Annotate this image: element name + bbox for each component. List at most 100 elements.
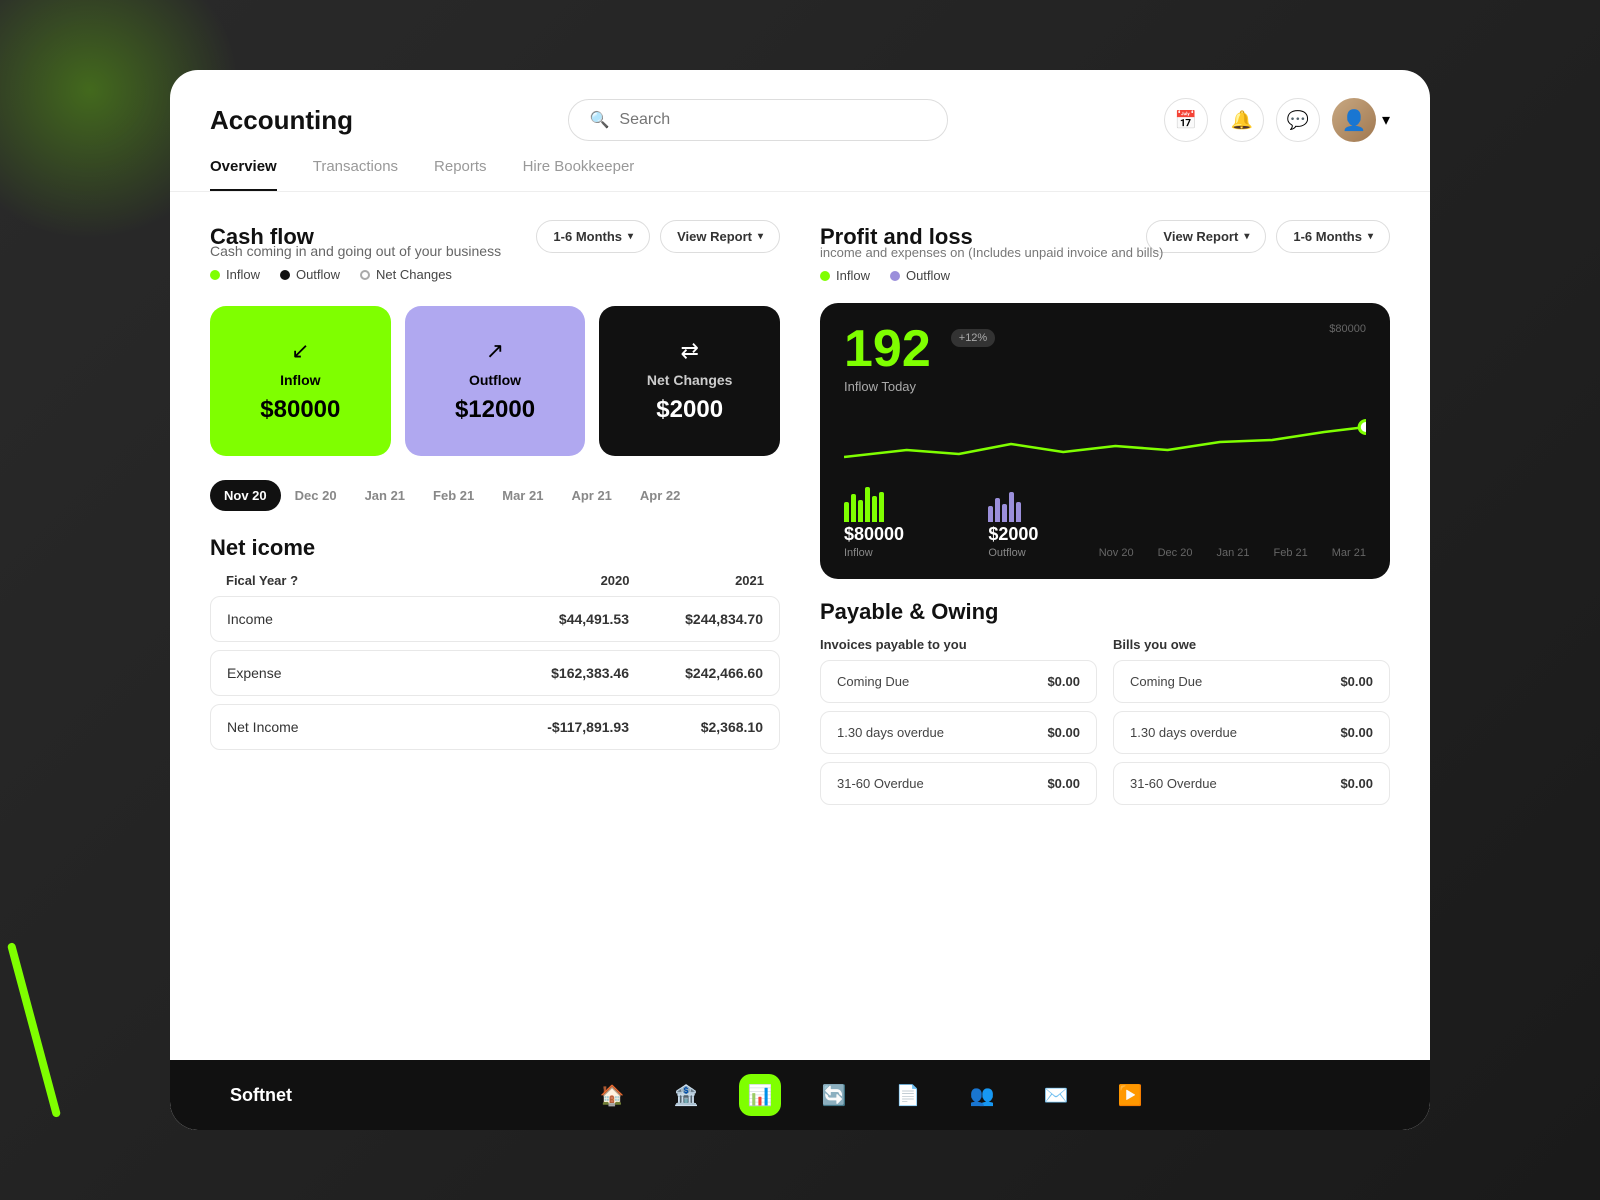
outflow-card: ↗ Outflow $12000	[405, 306, 586, 456]
payable-col1-row3-label: 31-60 Overdue	[837, 776, 924, 791]
payable-col1-header: Invoices payable to you	[820, 637, 1097, 660]
outflow-stat-label: Outflow	[988, 547, 1038, 559]
expense-row-label: Expense	[227, 665, 495, 681]
payable-col1-row2-label: 1.30 days overdue	[837, 725, 944, 740]
bar6	[879, 492, 884, 522]
payable-col1-row1-label: Coming Due	[837, 674, 909, 689]
timeline-feb21[interactable]: Feb 21	[419, 480, 488, 511]
profit-period-btn[interactable]: 1-6 Months ▾	[1276, 220, 1390, 253]
expense-2020: $162,383.46	[495, 665, 629, 681]
timeline-mar21[interactable]: Mar 21	[488, 480, 557, 511]
nav-item-overview[interactable]: Overview	[210, 158, 277, 191]
bottom-nav-home[interactable]: 🏠	[591, 1074, 633, 1116]
inflow-label: Inflow	[280, 372, 320, 388]
payable-col1-row3-amount: $0.00	[1047, 776, 1080, 791]
timeline-apr21[interactable]: Apr 21	[557, 480, 625, 511]
chart-svg	[844, 402, 1366, 482]
outflow-mini-bars	[988, 482, 1038, 522]
search-bar[interactable]: 🔍	[568, 99, 948, 141]
payable-col2-row1-label: Coming Due	[1130, 674, 1202, 689]
app-title: Accounting	[210, 105, 353, 136]
net-income-2021: $2,368.10	[629, 719, 763, 735]
profit-legend: Inflow Outflow	[820, 268, 1390, 283]
timeline-jan21[interactable]: Jan 21	[351, 480, 419, 511]
bottom-nav-icons: 🏠 🏦 📊 🔄 📄 👥 ✉️ ▶️	[372, 1074, 1370, 1116]
payable-row-1: Coming Due $0.00 Coming Due $0.00	[820, 660, 1390, 703]
chart-outflow-stat: $2000 Outflow	[988, 482, 1038, 559]
bar1	[844, 502, 849, 522]
month-nov20: Nov 20	[1099, 547, 1134, 559]
nav-item-transactions[interactable]: Transactions	[313, 158, 398, 191]
cashflow-controls: 1-6 Months ▾ View Report ▾	[536, 220, 780, 253]
user-avatar-wrap[interactable]: 👤 ▾	[1332, 98, 1390, 142]
search-input[interactable]	[619, 111, 927, 129]
table-row-expense: Expense $162,383.46 $242,466.60	[210, 650, 780, 696]
bottom-nav-bank[interactable]: 🏦	[665, 1074, 707, 1116]
chart-y-label: $80000	[1015, 323, 1366, 335]
timeline-apr22[interactable]: Apr 22	[626, 480, 694, 511]
net-label: Net Changes	[647, 372, 733, 388]
chart-main-value: 192	[844, 323, 931, 375]
payable-col2-header: Bills you owe	[1113, 637, 1390, 660]
nav-item-hire-bookkeeper[interactable]: Hire Bookkeeper	[523, 158, 635, 191]
payable-col1-row3: 31-60 Overdue $0.00	[820, 762, 1097, 805]
bottom-nav-mail[interactable]: ✉️	[1035, 1074, 1077, 1116]
cashflow-legend: Inflow Outflow Net Changes	[210, 267, 780, 282]
month-feb21: Feb 21	[1273, 547, 1307, 559]
payable-col2-row2: 1.30 days overdue $0.00	[1113, 711, 1390, 754]
cashflow-report-btn[interactable]: View Report ▾	[660, 220, 780, 253]
month-jan21: Jan 21	[1216, 547, 1249, 559]
cashflow-section: Cash flow 1-6 Months ▾ View Report ▾	[210, 220, 780, 282]
chart-inflow-stat: $80000 Inflow	[844, 482, 904, 559]
inflow-arrow-icon: ↙	[291, 338, 309, 364]
calendar-button[interactable]: 📅	[1164, 98, 1208, 142]
net-income-table-header: Fical Year ? 2020 2021	[210, 573, 780, 596]
timeline-dec20[interactable]: Dec 20	[281, 480, 351, 511]
outflow-stat-value: $2000	[988, 524, 1038, 545]
net-income-row-label: Net Income	[227, 719, 495, 735]
payable-section: Payable & Owing Invoices payable to you …	[820, 599, 1390, 813]
right-panel: Profit and loss View Report ▾ 1-6 Months…	[820, 220, 1390, 1032]
bottom-nav-document[interactable]: 📄	[887, 1074, 929, 1116]
inflow-stat-label: Inflow	[844, 547, 904, 559]
legend-net-changes: Net Changes	[360, 267, 452, 282]
inflow-stat-value: $80000	[844, 524, 904, 545]
net-changes-card: ⇄ Net Changes $2000	[599, 306, 780, 456]
inflow-mini-bars	[844, 482, 904, 522]
bottom-nav-users[interactable]: 👥	[961, 1074, 1003, 1116]
timeline-nov20[interactable]: Nov 20	[210, 480, 281, 511]
profit-inflow-dot	[820, 271, 830, 281]
profit-period-chevron-icon: ▾	[1368, 231, 1373, 242]
bottom-nav-chart[interactable]: 📊	[739, 1074, 781, 1116]
payable-col2-row2-label: 1.30 days overdue	[1130, 725, 1237, 740]
bottom-bar: Softnet 🏠 🏦 📊 🔄 📄 👥 ✉️ ▶️	[170, 1060, 1430, 1130]
brand-name: Softnet	[230, 1085, 292, 1106]
chart-label: Inflow Today	[844, 379, 931, 394]
income-row-label: Income	[227, 611, 495, 627]
profit-legend-outflow: Outflow	[890, 268, 950, 283]
main-card: Accounting 🔍 📅 🔔 💬 👤 ▾ Overview Transact…	[170, 70, 1430, 1130]
obar2	[995, 498, 1000, 522]
bar2	[851, 494, 856, 522]
profit-chart: 192 Inflow Today +12% $80000	[820, 303, 1390, 579]
bar5	[872, 496, 877, 522]
net-arrow-icon: ⇄	[680, 338, 698, 364]
payable-col2-row3-label: 31-60 Overdue	[1130, 776, 1217, 791]
bottom-nav-refresh[interactable]: 🔄	[813, 1074, 855, 1116]
outflow-label: Outflow	[469, 372, 521, 388]
payable-col2-row2-amount: $0.00	[1340, 725, 1373, 740]
profit-report-chevron-icon: ▾	[1244, 231, 1249, 242]
profit-report-btn[interactable]: View Report ▾	[1146, 220, 1266, 253]
flow-cards: ↙ Inflow $80000 ↗ Outflow $12000 ⇄ Net C…	[210, 306, 780, 456]
profit-loss-section: Profit and loss View Report ▾ 1-6 Months…	[820, 220, 1390, 283]
bottom-nav-play[interactable]: ▶️	[1109, 1074, 1151, 1116]
chat-button[interactable]: 💬	[1276, 98, 1320, 142]
chart-value-group: 192 Inflow Today	[844, 323, 931, 394]
cashflow-period-btn[interactable]: 1-6 Months ▾	[536, 220, 650, 253]
notification-button[interactable]: 🔔	[1220, 98, 1264, 142]
nav-item-reports[interactable]: Reports	[434, 158, 487, 191]
net-income-section: Net icome Fical Year ? 2020 2021 Income …	[210, 535, 780, 758]
inflow-card: ↙ Inflow $80000	[210, 306, 391, 456]
bar3	[858, 500, 863, 522]
header-actions: 📅 🔔 💬 👤 ▾	[1164, 98, 1390, 142]
